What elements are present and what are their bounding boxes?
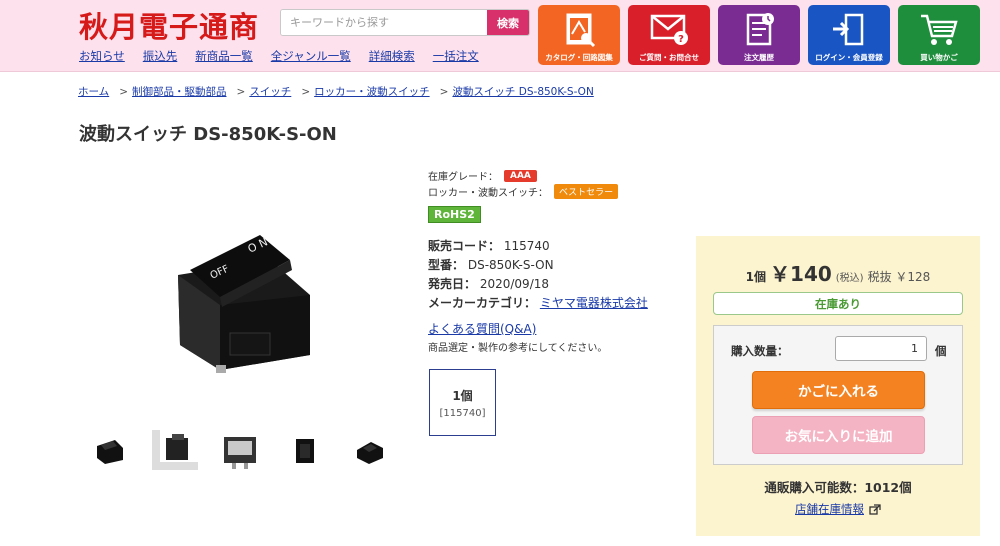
product-code-label: 販売コード：: [428, 239, 501, 253]
breadcrumb-separator: >: [236, 85, 246, 98]
store-stock-link[interactable]: 店舗在庫情報: [795, 501, 864, 517]
faq-link[interactable]: よくある質問(Q&A): [428, 320, 536, 337]
store-stock-row: 店舗在庫情報: [696, 501, 980, 517]
thumbnail-list: [85, 428, 395, 473]
nav-new-products[interactable]: 新商品一覧: [195, 48, 253, 64]
order-history-label: 注文履歴: [744, 53, 774, 62]
search-input[interactable]: [281, 10, 489, 35]
breadcrumb-current[interactable]: 波動スイッチ DS-850K-S-ON: [452, 84, 593, 99]
breadcrumb-control-parts[interactable]: 制御部品・駆動部品: [132, 84, 227, 99]
breadcrumb-separator: >: [119, 85, 128, 98]
login-button[interactable]: ログイン・会員登録: [808, 5, 890, 65]
release-row: 発売日： 2020/09/18: [428, 275, 549, 292]
stock-grade-label: 在庫グレード：: [428, 172, 498, 183]
quantity-input[interactable]: [835, 336, 927, 361]
search-button[interactable]: 検索: [487, 10, 529, 35]
quantity-unit: 個: [935, 344, 947, 358]
product-code-row: 販売コード： 115740: [428, 237, 550, 254]
maker-label: メーカーカテゴリ：: [428, 296, 537, 310]
breadcrumb: ホーム > 制御部品・駆動部品 > スイッチ > ロッカー・波動スイッチ > 波…: [78, 84, 594, 99]
catalog-icon: [566, 13, 596, 48]
cart-label: 買い物かご: [920, 53, 958, 62]
contact-label: ご質問・お問合せ: [639, 53, 699, 62]
model-row: 型番： DS-850K-S-ON: [428, 256, 554, 273]
order-history-icon: [746, 13, 774, 46]
breadcrumb-separator: >: [439, 85, 449, 98]
breadcrumb-separator: >: [301, 85, 311, 98]
order-history-button[interactable]: 注文履歴: [718, 5, 800, 65]
model-label: 型番：: [428, 258, 465, 272]
thumbnail-2[interactable]: [150, 428, 200, 473]
header-nav: お知らせ 振込先 新商品一覧 全ジャンル一覧 詳細検索 一括注文: [79, 48, 479, 64]
thumbnail-4[interactable]: [280, 428, 330, 473]
tax-included-label: (税込): [835, 273, 864, 284]
site-header: 秋月電子通商 検索 お知らせ 振込先 新商品一覧 全ジャンル一覧 詳細検索 一括…: [0, 0, 1000, 72]
price-row: 1個 ￥140 (税込) 税抜 ￥128: [696, 258, 980, 287]
category-rank-label: ロッカー・波動スイッチ：: [428, 188, 548, 199]
catalog-button[interactable]: カタログ・回路図集: [538, 5, 620, 65]
nav-news[interactable]: お知らせ: [79, 48, 125, 64]
nav-advanced-search[interactable]: 詳細検索: [369, 48, 415, 64]
maker-link[interactable]: ミヤマ電器株式会社: [540, 296, 648, 310]
variant-option[interactable]: 1個 [115740]: [429, 369, 496, 436]
site-logo[interactable]: 秋月電子通商: [79, 4, 259, 46]
cart-icon: [921, 14, 958, 45]
login-label: ログイン・会員登録: [815, 53, 883, 62]
stock-status: 在庫あり: [713, 292, 963, 315]
price-value: ￥140: [770, 262, 832, 286]
rohs-badge: RoHS2: [428, 206, 481, 223]
thumbnail-3[interactable]: [215, 428, 265, 473]
available-quantity: 通販購入可能数：1012個: [764, 480, 912, 495]
quantity-label: 購入数量：: [731, 344, 789, 358]
stock-grade-badge: AAA: [504, 169, 537, 182]
nav-bank-transfer[interactable]: 振込先: [143, 48, 178, 64]
faq-note: 商品選定・製作の参考にしてください。: [428, 343, 608, 354]
mail-icon: ?: [650, 14, 688, 45]
breadcrumb-home[interactable]: ホーム: [78, 84, 109, 99]
price-unit: 1個: [745, 270, 767, 284]
cart-button[interactable]: 買い物かご: [898, 5, 980, 65]
breadcrumb-switch[interactable]: スイッチ: [249, 84, 291, 99]
price-tax-excluded: 税抜 ￥128: [867, 270, 931, 284]
release-label: 発売日：: [428, 277, 477, 291]
thumbnail-5[interactable]: [345, 428, 395, 473]
external-link-icon: [869, 503, 881, 515]
stock-grade-row: 在庫グレード： AAA: [428, 168, 537, 183]
add-to-cart-button[interactable]: かごに入れる: [752, 371, 925, 409]
add-to-favorites-button[interactable]: お気に入りに追加: [752, 416, 925, 454]
product-code: 115740: [503, 239, 550, 253]
contact-button[interactable]: ? ご質問・お問合せ: [628, 5, 710, 65]
page-title: 波動スイッチ DS-850K-S-ON: [79, 124, 337, 145]
purchase-panel: 1個 ￥140 (税込) 税抜 ￥128 在庫あり 購入数量： 個 かごに入れる…: [696, 236, 980, 536]
breadcrumb-rocker-switch[interactable]: ロッカー・波動スイッチ: [314, 84, 430, 99]
category-rank-row: ロッカー・波動スイッチ： ベストセラー: [428, 184, 619, 199]
maker-row: メーカーカテゴリ： ミヤマ電器株式会社: [428, 294, 648, 311]
nav-bulk-order[interactable]: 一括注文: [433, 48, 479, 64]
variant-qty: 1個: [452, 388, 473, 403]
variant-code: [115740]: [439, 407, 486, 419]
search-box: 検索: [280, 9, 530, 36]
catalog-label: カタログ・回路図集: [545, 53, 613, 62]
svg-text:?: ?: [678, 34, 684, 45]
model-number: DS-850K-S-ON: [467, 258, 554, 272]
release-date: 2020/09/18: [479, 277, 550, 291]
bestseller-badge: ベストセラー: [554, 184, 619, 199]
nav-all-genres[interactable]: 全ジャンル一覧: [271, 48, 351, 64]
product-main-image[interactable]: O N OFF: [160, 215, 340, 375]
login-icon: [833, 13, 864, 46]
thumbnail-1[interactable]: [85, 428, 135, 473]
add-to-cart-panel: 購入数量： 個 かごに入れる お気に入りに追加: [713, 325, 963, 465]
